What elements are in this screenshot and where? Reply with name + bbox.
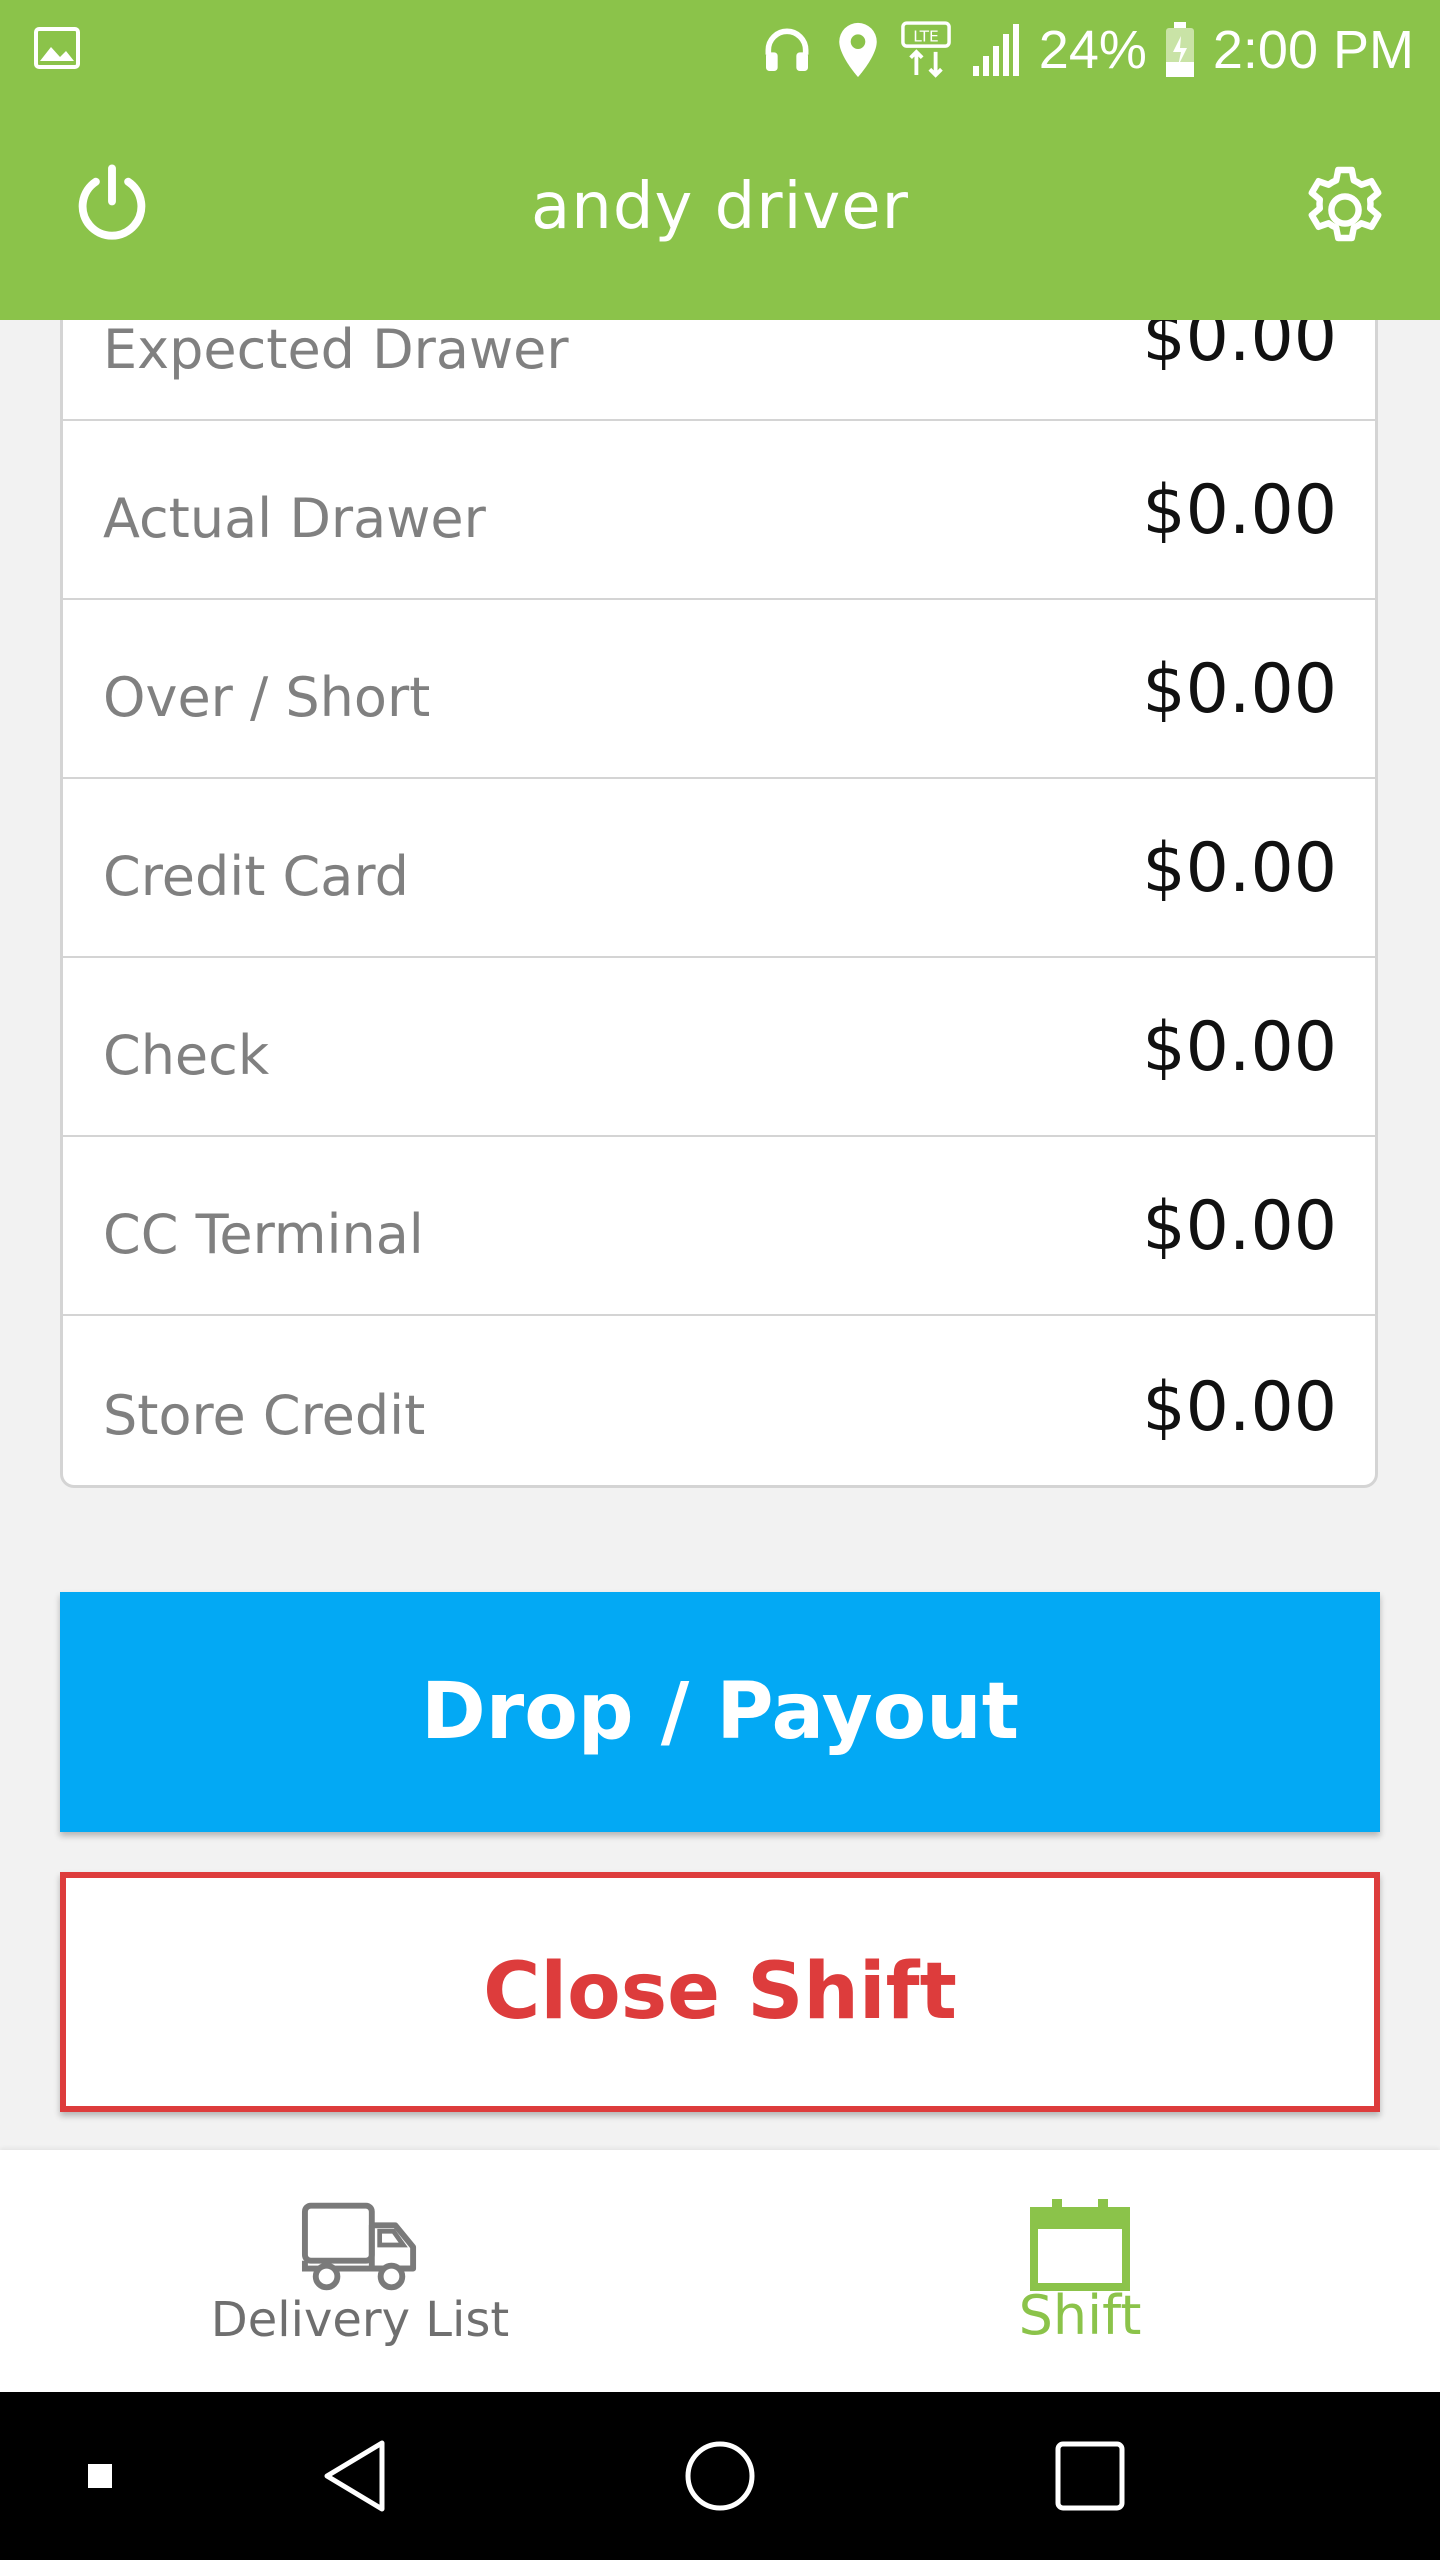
summary-label: Actual Drawer xyxy=(103,487,486,550)
summary-row-credit-card: Credit Card $0.00 xyxy=(63,779,1375,958)
summary-row-store-credit: Store Credit $0.00 xyxy=(63,1316,1375,1485)
settings-button[interactable] xyxy=(1290,155,1400,265)
summary-value: $0.00 xyxy=(1142,1187,1337,1266)
battery-icon xyxy=(1165,22,1194,77)
recents-button[interactable] xyxy=(1030,2392,1150,2560)
dock-toggle-button[interactable] xyxy=(70,2392,130,2560)
summary-label: Store Credit xyxy=(103,1384,426,1447)
calendar-icon xyxy=(1030,2199,1130,2291)
summary-label: Credit Card xyxy=(103,845,409,908)
small-square-icon xyxy=(88,2464,112,2488)
bottom-navigation: Delivery List Shift xyxy=(0,2150,1440,2392)
gallery-notification-icon xyxy=(34,27,80,69)
nav-label: Shift xyxy=(1018,2284,1142,2347)
home-button[interactable] xyxy=(660,2392,780,2560)
nav-label: Delivery List xyxy=(210,2292,510,2348)
lte-icon: LTE xyxy=(900,21,951,78)
nav-tab-delivery-list[interactable]: Delivery List xyxy=(0,2150,720,2392)
svg-text:LTE: LTE xyxy=(913,27,939,45)
drop-payout-button[interactable]: Drop / Payout xyxy=(60,1592,1380,1832)
back-button[interactable] xyxy=(300,2392,410,2560)
shift-summary-card: Expected Drawer $0.00 Actual Drawer $0.0… xyxy=(60,250,1378,1488)
nav-tab-shift[interactable]: Shift xyxy=(720,2150,1440,2392)
summary-label: Over / Short xyxy=(103,666,431,729)
headphones-icon xyxy=(765,28,809,71)
status-bar: LTE 24% 2:00 PM xyxy=(0,0,1440,100)
summary-label: Expected Drawer xyxy=(103,318,569,381)
gear-icon xyxy=(1308,166,1382,242)
summary-label: CC Terminal xyxy=(103,1203,424,1266)
summary-value: $0.00 xyxy=(1142,1368,1337,1447)
summary-value: $0.00 xyxy=(1142,650,1337,729)
summary-label: Check xyxy=(103,1024,270,1087)
page-title: andy driver xyxy=(531,170,909,244)
summary-value: $0.00 xyxy=(1142,1008,1337,1087)
close-shift-button[interactable]: Close Shift xyxy=(60,1872,1380,2112)
clock: 2:00 PM xyxy=(1212,20,1414,80)
system-navigation-bar xyxy=(0,2392,1440,2560)
signal-icon xyxy=(972,24,1019,76)
summary-row-cc-terminal: CC Terminal $0.00 xyxy=(63,1137,1375,1316)
home-circle-icon xyxy=(685,2441,755,2511)
location-pin-icon xyxy=(839,22,877,78)
battery-percent: 24% xyxy=(1038,20,1147,80)
truck-icon xyxy=(301,2202,417,2291)
recents-square-icon xyxy=(1055,2441,1125,2511)
summary-row-check: Check $0.00 xyxy=(63,958,1375,1137)
summary-row-over-short: Over / Short $0.00 xyxy=(63,600,1375,779)
summary-row-actual-drawer: Actual Drawer $0.00 xyxy=(63,421,1375,600)
back-triangle-icon xyxy=(324,2440,385,2512)
app-bar: andy driver xyxy=(0,100,1440,320)
summary-value: $0.00 xyxy=(1142,471,1337,550)
summary-value: $0.00 xyxy=(1142,829,1337,908)
